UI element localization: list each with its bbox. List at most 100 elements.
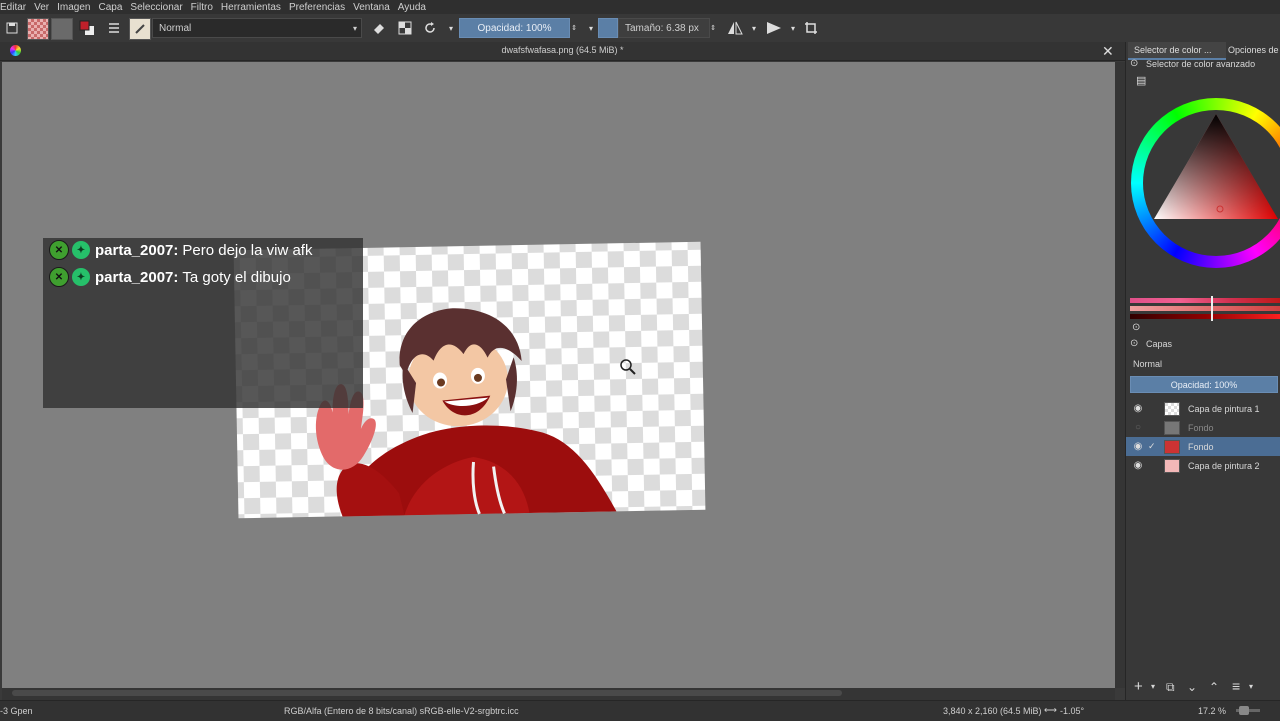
chevron-down-icon[interactable]: ▾ [1151,682,1155,691]
right-docker-panel: Selector de color ... Opciones de la ⊙ S… [1125,42,1280,700]
settings-list-icon[interactable]: ▤ [1136,74,1146,87]
eraser-icon[interactable] [370,19,388,37]
gradient-preset-icon[interactable] [27,18,49,40]
eye-hidden-icon[interactable]: ○ [1132,422,1144,433]
chat-text: Pero dejo la viw afk [182,241,313,259]
image-dimensions: 3,840 x 2,160 (64.5 MiB) [943,706,1042,716]
chevron-down-icon[interactable]: ▾ [784,19,802,37]
rotation-icon: ⟷ [1044,705,1057,715]
panel-float-icon[interactable]: ⊙ [1130,338,1138,349]
close-icon[interactable]: ✕ [1102,43,1114,60]
menu-preferencias[interactable]: Preferencias [285,2,349,13]
mirror-horizontal-icon[interactable] [726,19,744,37]
chat-text: Ta goty el dibujo [182,268,291,286]
layer-blend-value: Normal [1133,359,1163,369]
eye-icon[interactable]: ◉ [1132,403,1144,414]
menu-herramientas[interactable]: Herramientas [217,2,285,13]
color-slider-2[interactable] [1130,306,1280,311]
moderator-badge-icon: ✕ [49,240,69,260]
moderator-badge-icon: ✕ [49,267,69,287]
vertical-scrollbar[interactable] [1115,62,1125,688]
save-icon[interactable] [3,19,21,37]
eye-icon[interactable]: ◉ [1132,460,1144,471]
layer-name[interactable]: Fondo [1188,442,1214,452]
size-swatch[interactable] [598,18,618,38]
pattern-preset-icon[interactable] [51,18,73,40]
layer-opacity-label: Opacidad: 100% [1170,379,1238,390]
move-layer-down-icon[interactable]: ⌄ [1187,680,1197,694]
layer-thumbnail [1164,439,1180,454]
layer-name[interactable]: Capa de pintura 1 [1188,404,1260,414]
layer-row[interactable]: ◉ Capa de pintura 1 [1126,399,1280,418]
chat-username: parta_2007: [95,241,179,259]
layer-row[interactable]: ◉ Capa de pintura 2 [1126,456,1280,475]
document-title[interactable]: dwafsfwafasa.png (64.5 MiB) * [0,45,1125,55]
brush-settings-icon[interactable] [105,19,123,37]
colorspace-info: RGB/Alfa (Entero de 8 bits/canal) sRGB-e… [284,706,519,716]
menu-filtro[interactable]: Filtro [187,2,217,13]
chevron-down-icon[interactable]: ▾ [745,19,763,37]
layer-name[interactable]: Fondo [1188,423,1214,433]
menu-bar: Editar Ver Imagen Capa Seleccionar Filtr… [0,0,1280,14]
layer-thumbnail [1164,420,1180,435]
menu-capa[interactable]: Capa [95,2,127,13]
opacity-stepper-icon[interactable]: ⇕ [570,19,578,37]
layer-thumbnail [1164,458,1180,473]
tool-options-bar: Normal ▾ ▾ Opacidad: 100% ⇕ ▾ Tamaño: 6.… [0,14,1280,43]
menu-ayuda[interactable]: Ayuda [394,2,430,13]
layer-name[interactable]: Capa de pintura 2 [1188,461,1260,471]
status-bar: -3 Gpen RGB/Alfa (Entero de 8 bits/canal… [0,700,1280,721]
chat-message: ✕ ✦ parta_2007: Ta goty el dibujo [49,265,291,289]
menu-ver[interactable]: Ver [30,2,53,13]
crop-icon[interactable] [802,19,820,37]
layer-properties-icon[interactable]: ≡ [1232,678,1240,694]
saturation-value-triangle[interactable] [1154,112,1280,222]
brush-preset-icon[interactable] [129,18,151,40]
menu-seleccionar[interactable]: Seleccionar [126,2,186,13]
menu-ventana[interactable]: Ventana [349,2,394,13]
opacity-slider[interactable]: Opacidad: 100% [459,18,570,38]
mirror-vertical-icon[interactable] [765,19,783,37]
chat-username: parta_2007: [95,268,179,286]
chevron-down-icon[interactable]: ▾ [442,19,460,37]
eye-icon[interactable]: ◉ [1132,441,1144,452]
move-layer-up-icon[interactable]: ⌃ [1209,680,1219,694]
blend-mode-select[interactable]: Normal ▾ [152,18,362,38]
layer-blend-select[interactable]: Normal [1130,356,1280,372]
size-slider[interactable]: Tamaño: 6.38 px [618,18,710,38]
menu-imagen[interactable]: Imagen [53,2,94,13]
layer-thumbnail [1164,401,1180,416]
subscriber-badge-icon: ✦ [72,241,90,259]
zoom-slider-handle[interactable] [1239,706,1249,715]
layers-panel-title: Capas [1146,339,1173,349]
reload-preset-icon[interactable] [421,19,439,37]
scrollbar-thumb[interactable] [12,690,842,696]
color-slider-3[interactable] [1130,314,1280,319]
preserve-alpha-icon[interactable] [396,19,414,37]
horizontal-scrollbar[interactable] [2,688,1115,700]
layer-row-selected[interactable]: ◉ ✓ Fondo [1126,437,1280,456]
duplicate-layer-icon[interactable]: ⧉ [1166,680,1175,695]
size-stepper-icon[interactable]: ⇕ [709,19,717,37]
tab-color-selector[interactable]: Selector de color ... [1128,42,1226,60]
slider-marker[interactable] [1211,296,1213,321]
tab-tool-options[interactable]: Opciones de la [1222,42,1280,58]
menu-editar[interactable]: Editar [0,2,30,13]
stream-chat-overlay: ✕ ✦ parta_2007: Pero dejo la viw afk ✕ ✦… [43,238,363,408]
check-icon[interactable]: ✓ [1148,441,1158,452]
fg-bg-color-icon[interactable] [78,19,96,37]
color-slider-1[interactable] [1130,298,1280,303]
chat-message: ✕ ✦ parta_2007: Pero dejo la viw afk [49,238,312,262]
document-tab-bar: dwafsfwafasa.png (64.5 MiB) * ✕ [0,42,1125,61]
add-layer-icon[interactable]: + [1134,678,1143,695]
brush-name: -3 Gpen [0,706,33,716]
layer-opacity-slider[interactable]: Opacidad: 100% [1130,376,1278,393]
panel-float-icon[interactable]: ⊙ [1130,58,1138,69]
color-panel-title: Selector de color avanzado [1146,59,1256,69]
zoom-value[interactable]: 17.2 % [1198,706,1226,716]
zoom-slider[interactable] [1236,706,1260,715]
size-label: Tamaño: 6.38 px [625,22,699,34]
reset-color-icon[interactable]: ⊙ [1132,322,1140,333]
chevron-down-icon[interactable]: ▾ [1249,682,1253,691]
layer-row[interactable]: ○ Fondo [1126,418,1280,437]
